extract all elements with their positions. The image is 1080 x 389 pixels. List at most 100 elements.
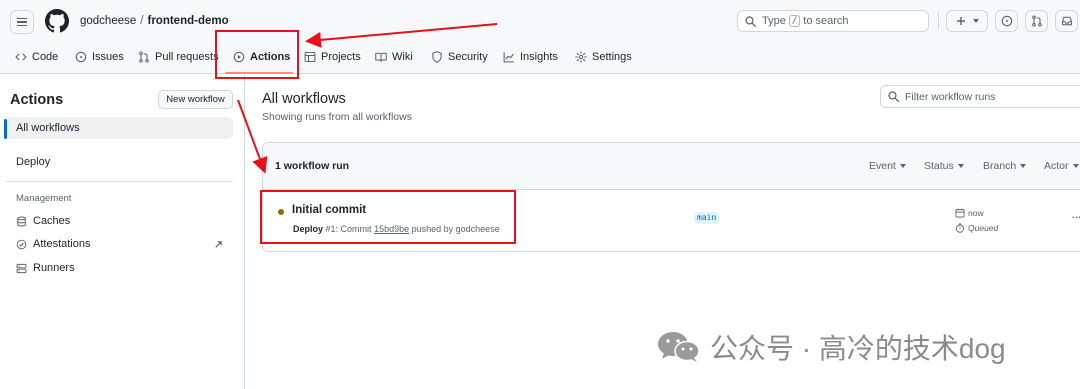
- repo-header: godcheese / frontend-demo Type / to search C…: [0, 0, 1080, 74]
- run-time: now: [955, 208, 984, 218]
- run-status-label: Queued: [968, 223, 999, 233]
- book-icon: [375, 52, 387, 62]
- sidebar-item-deploy[interactable]: Deploy: [6, 151, 233, 173]
- branch-filter-dropdown[interactable]: Branch: [983, 160, 1027, 172]
- search-icon: [745, 15, 756, 27]
- dropdown-label: Actor: [1044, 160, 1069, 172]
- event-filter-dropdown[interactable]: Event: [869, 160, 906, 172]
- status-filter-dropdown[interactable]: Status: [924, 160, 964, 172]
- sidebar-item-label: Attestations: [33, 238, 91, 250]
- watermark-text: 公众号 · 高冷的技术dog: [710, 333, 1006, 364]
- create-new-button[interactable]: [946, 10, 988, 32]
- run-status: Queued: [955, 223, 998, 233]
- issue-opened-icon: [75, 51, 87, 63]
- database-icon: [17, 216, 26, 226]
- sidebar-item-runners[interactable]: Runners: [6, 257, 233, 279]
- search-shortcut-key: /: [788, 15, 801, 27]
- verified-icon: [16, 239, 27, 249]
- git-pull-request-icon: [1031, 15, 1042, 27]
- menu-line: [17, 21, 27, 23]
- tab-issues[interactable]: Issues: [75, 46, 124, 68]
- tab-security[interactable]: Security: [431, 46, 488, 68]
- tab-label: Issues: [92, 51, 124, 63]
- search-prefix: Type: [762, 15, 786, 27]
- repo-link[interactable]: frontend-demo: [147, 15, 228, 27]
- tab-label: Wiki: [392, 51, 413, 63]
- chevron-down-icon: [899, 164, 906, 168]
- sidebar-item-label: Deploy: [16, 156, 51, 168]
- sidebar-item-label: Caches: [33, 215, 71, 227]
- git-pull-request-icon: [139, 51, 149, 63]
- chevron-down-icon: [1020, 164, 1027, 168]
- tab-insights[interactable]: Insights: [503, 46, 558, 68]
- tab-label: Code: [32, 51, 59, 63]
- sidebar-title: Actions: [10, 92, 64, 108]
- tab-settings[interactable]: Settings: [575, 46, 632, 68]
- sidebar-item-all-workflows[interactable]: All workflows: [6, 117, 233, 139]
- chevron-down-icon: [972, 19, 979, 23]
- filter-placeholder: Filter workflow runs: [905, 90, 996, 103]
- actor-filter-dropdown[interactable]: Actor: [1044, 160, 1079, 172]
- annotation-box-actions-tab: [215, 30, 299, 79]
- wechat-logo-icon: [658, 332, 700, 362]
- repo-tabs: Code Issues Pull requests Actions Projec…: [0, 46, 1080, 74]
- chevron-down-icon: [1072, 164, 1079, 168]
- search-input[interactable]: Type / to search: [737, 10, 929, 32]
- shield-icon: [432, 51, 442, 63]
- new-workflow-button[interactable]: New workflow: [158, 90, 233, 109]
- tab-wiki[interactable]: Wiki: [375, 46, 413, 68]
- stopwatch-icon: [955, 223, 965, 233]
- tab-label: Security: [448, 51, 488, 63]
- breadcrumb-separator: /: [140, 15, 144, 27]
- inbox-icon: [1061, 16, 1072, 26]
- run-options-kebab-icon[interactable]: ···: [1071, 209, 1080, 224]
- tab-label: Insights: [520, 51, 558, 63]
- header-divider: [938, 12, 939, 30]
- tab-projects[interactable]: Projects: [304, 46, 361, 68]
- management-heading: Management: [16, 193, 72, 204]
- annotation-box-run: [260, 190, 516, 244]
- plus-icon: [956, 17, 965, 25]
- filter-runs-input[interactable]: Filter workflow runs: [880, 85, 1080, 108]
- server-icon: [16, 263, 27, 273]
- sidebar-item-label: All workflows: [16, 122, 80, 134]
- page-title: All workflows: [262, 91, 346, 107]
- runs-list-header: 1 workflow run Event Status Branch Actor: [263, 143, 1080, 190]
- chevron-down-icon: [957, 164, 964, 168]
- sidebar-item-label: Runners: [33, 262, 75, 274]
- dropdown-label: Event: [869, 160, 896, 172]
- issue-opened-icon: [1001, 15, 1012, 27]
- dropdown-label: Status: [924, 160, 954, 172]
- menu-line: [17, 24, 27, 27]
- branch-badge[interactable]: main: [694, 212, 720, 224]
- tab-code[interactable]: Code: [15, 46, 58, 68]
- owner-link[interactable]: godcheese: [80, 15, 136, 27]
- menu-button[interactable]: [10, 10, 34, 34]
- tab-label: Projects: [321, 51, 361, 63]
- sidebar-divider: [6, 181, 233, 182]
- external-link-icon: [215, 240, 222, 248]
- github-logo-icon[interactable]: [45, 9, 69, 33]
- breadcrumb: godcheese / frontend-demo: [80, 15, 229, 27]
- menu-line: [17, 17, 27, 20]
- dropdown-label: Branch: [983, 160, 1017, 172]
- page-subtitle: Showing runs from all workflows: [262, 111, 412, 123]
- pull-requests-button[interactable]: [1025, 10, 1048, 32]
- tab-pull-requests[interactable]: Pull requests: [138, 46, 219, 68]
- graph-icon: [503, 52, 514, 63]
- search-suffix: to search: [803, 15, 849, 27]
- issues-button[interactable]: [995, 10, 1018, 32]
- tab-label: Settings: [592, 51, 632, 63]
- tab-label: Pull requests: [155, 51, 219, 63]
- inbox-button[interactable]: [1055, 10, 1078, 32]
- sidebar-item-attestations[interactable]: Attestations: [6, 233, 233, 255]
- run-time-label: now: [968, 208, 984, 218]
- table-icon: [304, 51, 316, 63]
- watermark: 公众号 · 高冷的技术dog: [656, 327, 1006, 367]
- code-icon: [15, 53, 27, 61]
- runs-count: 1 workflow run: [275, 160, 350, 172]
- gear-icon: [575, 51, 587, 63]
- actions-sidebar: Actions New workflow All workflows Deplo…: [0, 75, 245, 389]
- sidebar-item-caches[interactable]: Caches: [6, 210, 233, 232]
- calendar-icon: [955, 208, 965, 218]
